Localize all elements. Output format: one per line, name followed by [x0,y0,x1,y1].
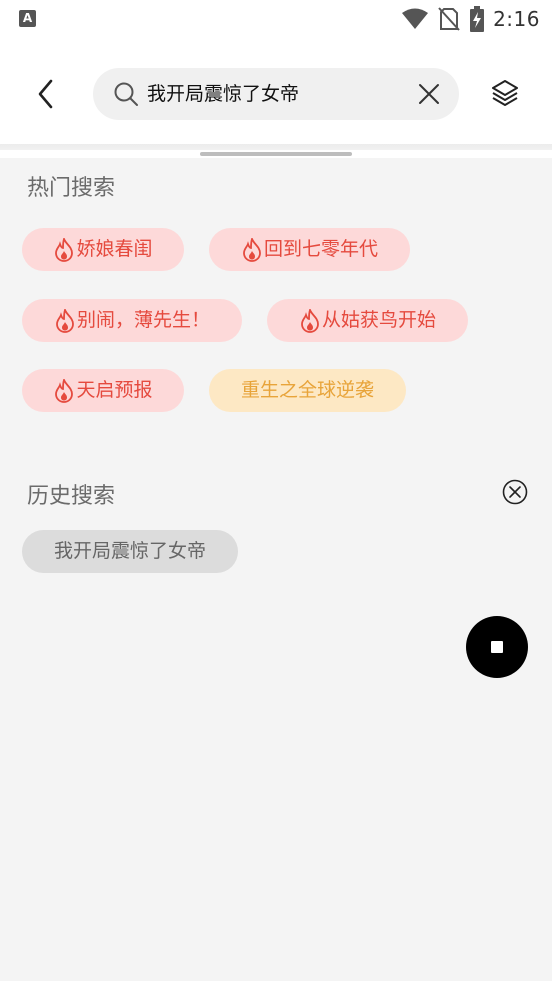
flame-icon [55,237,74,262]
search-icon [114,82,138,106]
flame-icon [55,378,74,403]
hot-tag-label: 天启预报 [76,379,153,401]
no-sim-icon [438,7,460,31]
chevron-left-icon [38,79,53,109]
app-notification-icon: A [19,10,36,27]
back-button[interactable] [28,76,64,112]
hot-tag-label: 别闹，薄先生！ [76,309,210,331]
layers-icon[interactable] [490,78,520,108]
status-bar: A 2:16 [0,0,552,38]
wifi-icon [402,8,429,29]
hot-tag[interactable]: 回到七零年代 [209,228,410,271]
new-tag-label: 重生之全球逆袭 [240,379,374,401]
search-input[interactable]: 我开局震惊了女帝 [147,68,407,120]
hot-tag[interactable]: 娇娘春闺 [22,228,184,271]
history-search-title: 历史搜索 [27,484,116,509]
hot-tag-label: 娇娘春闺 [76,238,153,260]
history-tag[interactable]: 我开局震惊了女帝 [22,530,238,573]
stop-icon [491,641,503,653]
search-box[interactable]: 我开局震惊了女帝 [93,68,459,120]
hot-tag[interactable]: 天启预报 [22,369,184,412]
battery-charging-icon [470,6,485,32]
clear-search-icon[interactable] [417,82,441,106]
status-time: 2:16 [493,7,540,31]
flame-icon [301,308,319,333]
hot-tag[interactable]: 别闹，薄先生！ [22,299,242,342]
clear-history-icon[interactable] [502,479,528,505]
new-tag[interactable]: 重生之全球逆袭 [209,369,406,412]
search-header: 我开局震惊了女帝 [0,38,552,144]
stop-fab-button[interactable] [466,616,528,678]
hot-search-title: 热门搜索 [27,176,116,201]
flame-icon [56,308,74,333]
hot-tag[interactable]: 从姑获鸟开始 [267,299,468,342]
flame-icon [243,237,261,262]
scroll-indicator [200,152,352,156]
hot-tag-label: 回到七零年代 [263,238,378,260]
status-icons: 2:16 [401,5,540,33]
hot-tag-label: 从姑获鸟开始 [321,309,436,331]
history-tag-label: 我开局震惊了女帝 [53,540,206,562]
